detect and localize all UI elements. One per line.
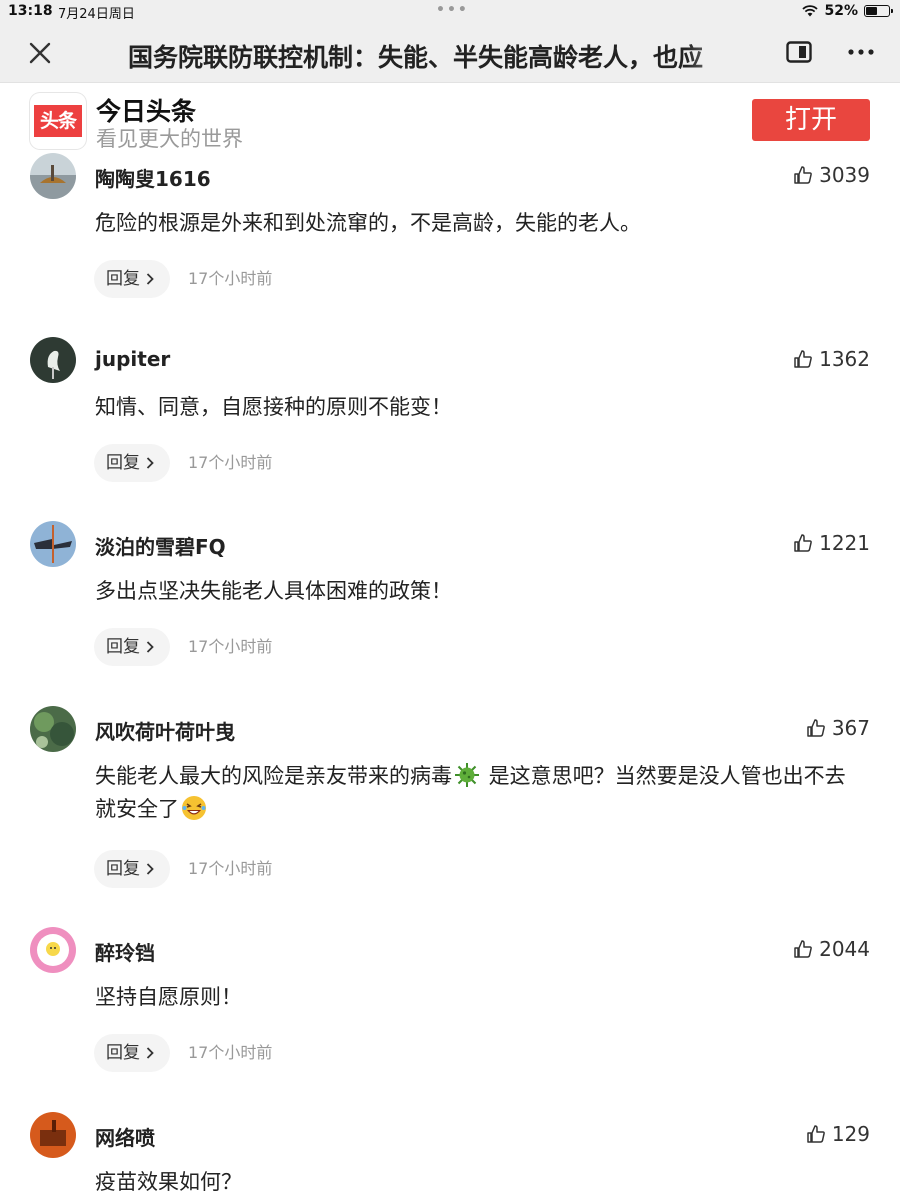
comment-text-part: 失能老人最大的风险是亲友带来的病毒 [95, 764, 452, 788]
comment-username[interactable]: jupiter [95, 347, 170, 371]
virus-emoji-icon [455, 763, 479, 787]
app-slogan: 看见更大的世界 [96, 127, 243, 151]
reply-button[interactable]: 回复 [94, 444, 170, 482]
app-logo-text: 头条 [34, 105, 82, 137]
reply-button[interactable]: 回复 [94, 850, 170, 888]
avatar[interactable] [30, 337, 76, 383]
chevron-right-icon [146, 457, 154, 469]
status-time: 13:18 [8, 3, 53, 19]
reply-label: 回复 [106, 1043, 140, 1063]
open-app-button[interactable]: 打开 [752, 99, 870, 141]
chevron-right-icon [146, 863, 154, 875]
laughing-emoji-icon [182, 796, 206, 820]
chevron-right-icon [146, 1047, 154, 1059]
reply-button[interactable]: 回复 [94, 260, 170, 298]
comment-text: 坚持自愿原则！ [95, 985, 242, 1009]
like-count[interactable]: 2044 [793, 937, 870, 961]
like-count-value: 367 [831, 716, 870, 740]
status-bar: 13:18 7月24日周日 ••• 52% [0, 0, 900, 24]
comment-text: 危险的根源是外来和到处流窜的，不是高龄，失能的老人。 [95, 211, 641, 235]
reader-mode-icon[interactable] [786, 41, 812, 63]
battery-percent: 52% [824, 3, 858, 19]
reply-label: 回复 [106, 637, 140, 657]
avatar[interactable] [30, 927, 76, 973]
comment-username[interactable]: 陶陶叟1616 [95, 163, 211, 192]
chevron-right-icon [146, 273, 154, 285]
like-count[interactable]: 1362 [793, 347, 870, 371]
thumbs-up-icon[interactable] [793, 165, 813, 185]
app-download-banner: 头条 今日头条 看见更大的世界 打开 [0, 83, 900, 153]
comment-time: 17个小时前 [188, 453, 273, 472]
battery-icon [864, 5, 893, 17]
comment-username[interactable]: 网络喷 [95, 1122, 155, 1151]
comment-list: 陶陶叟1616 3039 危险的根源是外来和到处流窜的，不是高龄，失能的老人。 … [0, 153, 900, 1200]
battery-fill [866, 7, 877, 15]
like-count-value: 2044 [819, 937, 870, 961]
comment-username[interactable]: 淡泊的雪碧FQ [95, 531, 226, 560]
like-count[interactable]: 129 [806, 1122, 870, 1146]
like-count[interactable]: 1221 [793, 531, 870, 555]
avatar[interactable] [30, 521, 76, 567]
like-count-value: 129 [831, 1122, 870, 1146]
page-title: 国务院联防联控机制：失能、半失能高龄老人，也应 [128, 38, 756, 70]
comment-time: 17个小时前 [188, 859, 273, 878]
thumbs-up-icon[interactable] [806, 1124, 826, 1144]
status-right: 52% [802, 3, 893, 19]
multitask-dots[interactable]: ••• [436, 2, 469, 18]
comment-text: 疫苗效果如何？ [95, 1170, 242, 1194]
comment-time: 17个小时前 [188, 1043, 273, 1062]
thumbs-up-icon[interactable] [793, 939, 813, 959]
thumbs-up-icon[interactable] [793, 533, 813, 553]
app-logo: 头条 [30, 93, 86, 149]
browser-nav-bar: 国务院联防联控机制：失能、半失能高龄老人，也应 [0, 24, 900, 83]
reply-button[interactable]: 回复 [94, 1034, 170, 1072]
thumbs-up-icon[interactable] [793, 349, 813, 369]
reply-label: 回复 [106, 859, 140, 879]
close-icon[interactable] [26, 39, 54, 67]
wifi-icon [802, 5, 819, 17]
like-count-value: 1221 [819, 531, 870, 555]
more-dots-icon[interactable] [848, 46, 874, 58]
like-count[interactable]: 3039 [793, 163, 870, 187]
status-date: 7月24日周日 [58, 7, 135, 22]
reply-label: 回复 [106, 453, 140, 473]
comment-text: 知情、同意，自愿接种的原则不能变！ [95, 395, 452, 419]
avatar[interactable] [30, 1112, 76, 1158]
reply-button[interactable]: 回复 [94, 628, 170, 666]
comment-time: 17个小时前 [188, 269, 273, 288]
comment-username[interactable]: 醉玲铛 [95, 937, 155, 966]
like-count-value: 1362 [819, 347, 870, 371]
avatar[interactable] [30, 706, 76, 752]
comment-text: 多出点坚决失能老人具体困难的政策！ [95, 579, 452, 603]
comment-time: 17个小时前 [188, 637, 273, 656]
reply-label: 回复 [106, 269, 140, 289]
like-count-value: 3039 [819, 163, 870, 187]
chevron-right-icon [146, 641, 154, 653]
thumbs-up-icon[interactable] [806, 718, 826, 738]
avatar[interactable] [30, 153, 76, 199]
like-count[interactable]: 367 [806, 716, 870, 740]
comment-username[interactable]: 风吹荷叶荷叶曳 [95, 716, 235, 745]
comment-text: 失能老人最大的风险是亲友带来的病毒 是这意思吧？当然要是没人管也出不去就安全了 [95, 760, 865, 826]
